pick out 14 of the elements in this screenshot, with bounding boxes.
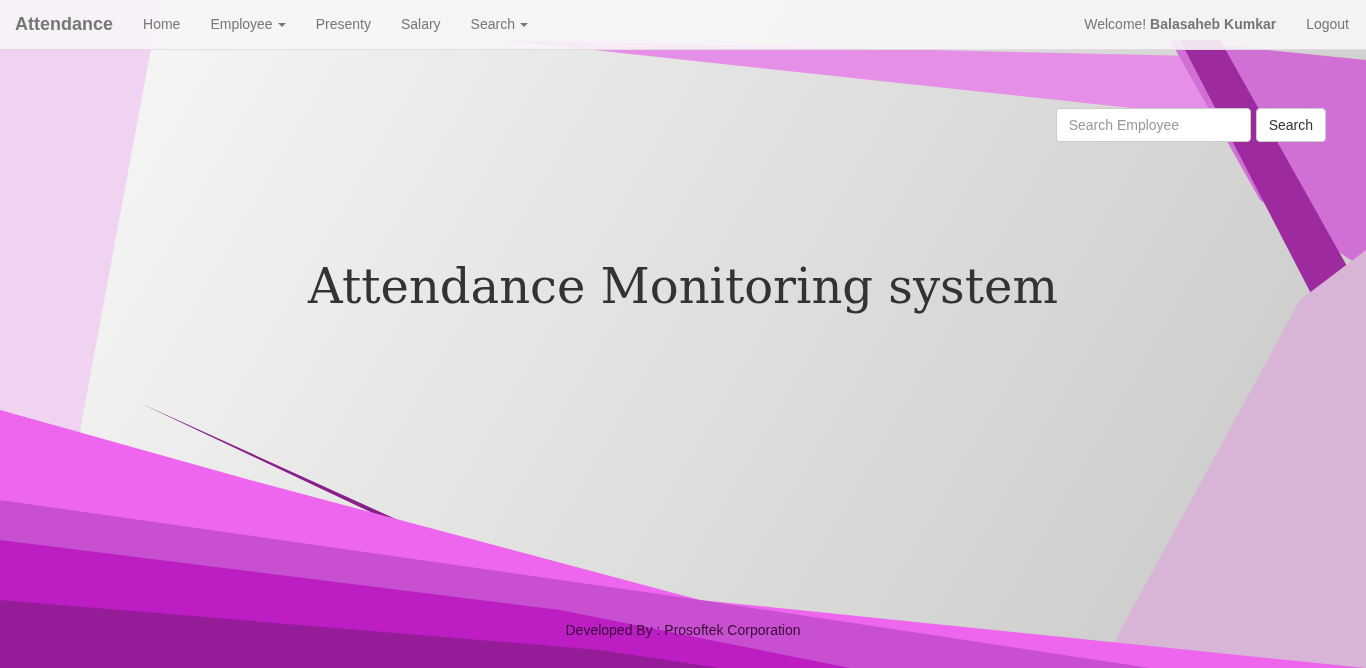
nav-link[interactable]: Salary — [385, 0, 456, 50]
logout-link[interactable]: Logout — [1291, 14, 1351, 35]
search-button[interactable]: Search — [1255, 108, 1326, 142]
caret-icon — [277, 22, 286, 27]
caret-icon — [519, 22, 528, 27]
search-field[interactable]: Search Employee — [1055, 108, 1251, 142]
brand-link[interactable]: Attendance — [15, 11, 113, 38]
nav-link[interactable]: Presenty — [300, 0, 386, 50]
page-heading: Attendance Monitoring system — [308, 257, 1058, 316]
nav-link[interactable]: Home — [128, 0, 196, 50]
nav-link[interactable]: Employee — [195, 0, 301, 50]
welcome-text: Welcome! Balasaheb Kumkar — [1083, 15, 1278, 34]
footer-text: Developed By : Prosoftek Corporation — [565, 621, 801, 640]
nav-link[interactable]: Search — [455, 0, 543, 50]
